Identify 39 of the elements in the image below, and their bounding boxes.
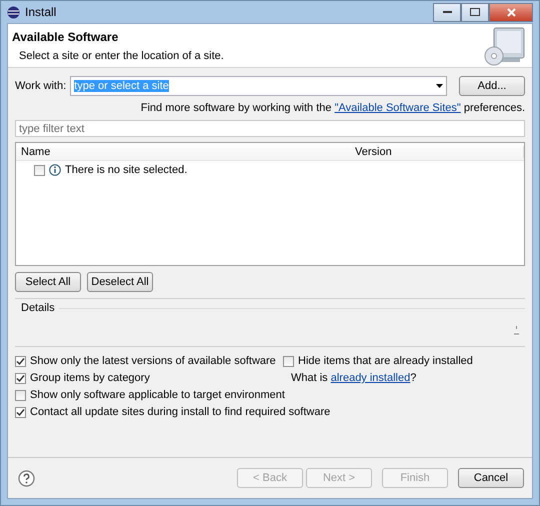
maximize-icon — [470, 8, 480, 16]
wizard-button[interactable]: Cancel — [458, 468, 524, 488]
minimize-button[interactable] — [433, 2, 461, 22]
help-icon[interactable] — [18, 470, 35, 486]
checkbox[interactable] — [283, 356, 294, 366]
caret-icon[interactable] — [436, 84, 442, 88]
close-icon — [506, 8, 516, 16]
maximize-button[interactable] — [461, 2, 489, 22]
page-title: Available Software — [12, 30, 120, 44]
installed-note-text: What is already installed? — [290, 372, 418, 384]
more-software-text: Find more software by working with the "Available Software Sites" preferences. — [140, 102, 525, 114]
column-header[interactable]: Name — [16, 146, 351, 158]
table-cell: There is no site selected. — [65, 164, 188, 176]
column-header[interactable]: Version — [351, 146, 524, 158]
selection-button[interactable]: Select All — [15, 272, 81, 292]
option-label: Hide items that are already installed — [298, 355, 473, 367]
available-sites-link[interactable]: "Available Software Sites" — [334, 102, 461, 114]
info-icon — [49, 164, 61, 176]
checkbox[interactable] — [34, 164, 45, 176]
add-button[interactable]: Add... — [459, 76, 525, 96]
checkbox[interactable] — [15, 390, 26, 400]
option-label: Group items by category — [30, 372, 150, 384]
checkbox[interactable] — [15, 356, 26, 366]
close-button[interactable] — [489, 2, 533, 22]
app-icon — [7, 6, 20, 18]
option-label: Show only software applicable to target environment — [30, 389, 285, 401]
minimize-icon — [442, 10, 452, 14]
option-label: Contact all update sites during install to find required software — [30, 406, 330, 418]
window-title: Install — [25, 5, 58, 19]
checkbox[interactable] — [15, 372, 26, 384]
details-label: Details — [21, 302, 55, 314]
filter-field[interactable]: type filter text — [15, 120, 525, 137]
work-with-label: Work with: — [15, 80, 66, 92]
checkbox[interactable] — [15, 406, 26, 418]
scroll-arrows-icon — [514, 326, 519, 334]
page-subtitle: Select a site or enter the location of a site. — [19, 50, 225, 62]
already-installed-link[interactable]: already installed — [330, 372, 410, 384]
selection-button[interactable]: Deselect All — [87, 272, 153, 292]
option-label: Show only the latest versions of available software — [30, 355, 276, 367]
